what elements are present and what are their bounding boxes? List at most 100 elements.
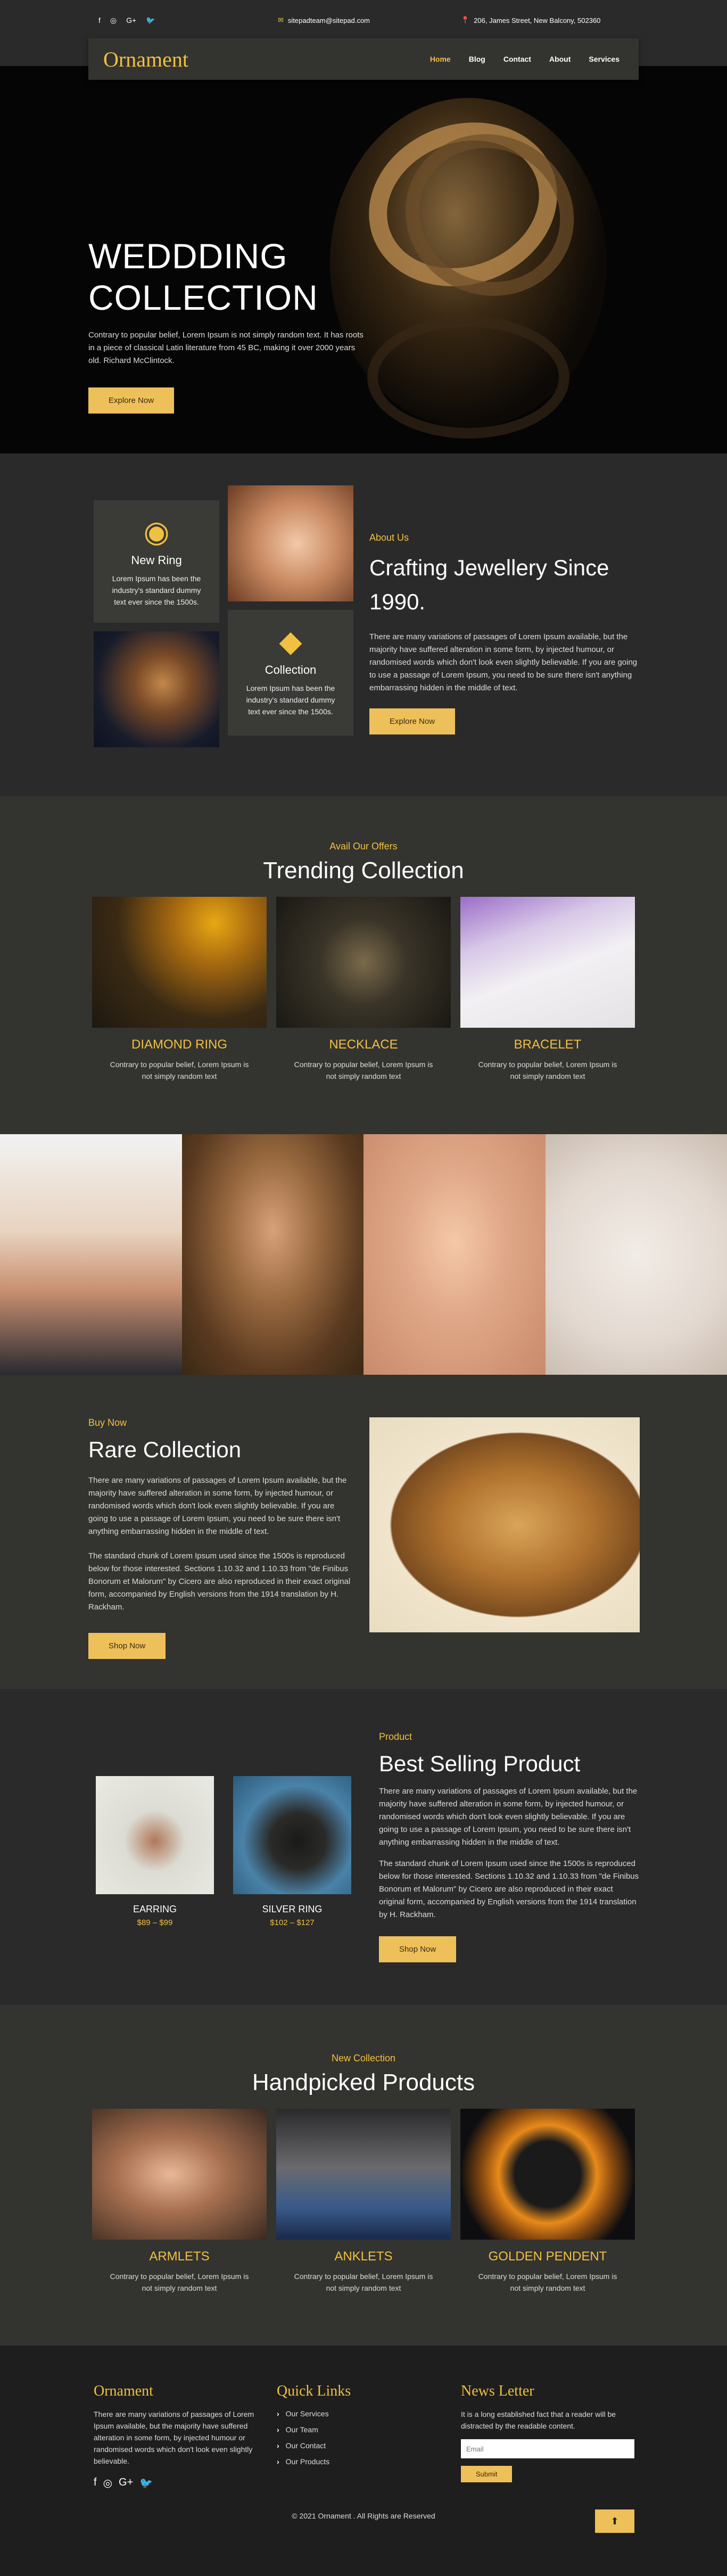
about-text: About Us Crafting Jewellery Since 1990. … (369, 532, 641, 734)
rare-paragraph: There are many variations of passages of… (88, 1476, 347, 1536)
product-price: $102 – $127 (270, 1918, 315, 1927)
footer-socials: f ◎ G+ 🐦 (94, 2476, 259, 2490)
quick-links-title: Quick Links (277, 2383, 351, 2399)
twitter-icon[interactable]: 🐦 (139, 2476, 153, 2490)
scroll-top-button[interactable]: ⬆ (595, 2509, 634, 2533)
rare-collection-section: Buy Now Rare Collection There are many v… (0, 1375, 727, 1689)
gallery-image (181, 1134, 363, 1375)
card-title: New Ring (131, 554, 182, 567)
product-text: Contrary to popular belief, Lorem Ipsum … (294, 2272, 433, 2292)
footer-link-team[interactable]: › Our Team (277, 2425, 415, 2434)
footer-link-contact[interactable]: › Our Contact (277, 2441, 415, 2450)
newsletter-title: News Letter (461, 2383, 534, 2399)
best-title: Best Selling Product (379, 1751, 581, 1776)
hero-ring-reflection (367, 316, 569, 439)
social-links: f ◎ G+ 🐦 (98, 16, 155, 25)
footer: Ornament There are many variations of pa… (0, 2346, 727, 2576)
necklace-product-image (276, 897, 451, 1028)
photo-gallery (0, 1134, 727, 1375)
gallery-image (545, 1134, 727, 1375)
google-plus-icon[interactable]: G+ (126, 16, 136, 25)
facebook-icon[interactable]: f (98, 16, 101, 25)
google-plus-icon[interactable]: G+ (119, 2476, 133, 2490)
product-text: Contrary to popular belief, Lorem Ipsum … (478, 2272, 617, 2292)
main-nav: Ornament Home Blog Contact About Service… (88, 38, 639, 80)
gallery-image (0, 1134, 182, 1375)
product-card[interactable]: BRACELET Contrary to popular belief, Lor… (460, 897, 635, 1082)
diamond-icon: ◆ (279, 624, 302, 658)
product-card[interactable]: NECKLACE Contrary to popular belief, Lor… (276, 897, 451, 1082)
product-name: EARRING (133, 1904, 177, 1914)
hero-text: Contrary to popular belief, Lorem Ipsum … (88, 331, 363, 365)
newsletter-submit-button[interactable]: Submit (461, 2466, 513, 2482)
site-logo[interactable]: Ornament (103, 47, 188, 72)
twitter-icon[interactable]: 🐦 (146, 16, 155, 25)
bangle-image (369, 1417, 640, 1632)
best-label: Product (379, 1731, 412, 1742)
nav-blog[interactable]: Blog (469, 55, 485, 63)
diamond-ring-image (92, 897, 267, 1028)
product-card[interactable]: ANKLETS Contrary to popular belief, Lore… (276, 2109, 451, 2294)
explore-now-button[interactable]: Explore Now (88, 387, 175, 414)
instagram-icon[interactable]: ◎ (110, 16, 117, 25)
footer-brand: Ornament There are many variations of pa… (94, 2383, 259, 2490)
nav-about[interactable]: About (549, 55, 571, 63)
chevron-right-icon: › (277, 2409, 279, 2418)
facebook-icon[interactable]: f (94, 2476, 97, 2490)
location-icon: 📍 (461, 16, 470, 24)
best-shop-now-button[interactable]: Shop Now (379, 1936, 457, 1962)
nav-contact[interactable]: Contact (503, 55, 531, 63)
collection-card: ◆ Collection Lorem Ipsum has been the in… (228, 610, 353, 736)
about-title: Crafting Jewellery Since 1990. (369, 555, 609, 614)
product-card[interactable]: EARRING $89 – $99 (96, 1776, 214, 1927)
footer-link-services[interactable]: › Our Services (277, 2409, 415, 2418)
chevron-right-icon: › (277, 2457, 279, 2466)
best-text: Product Best Selling Product There are m… (379, 1731, 640, 1962)
nav-home[interactable]: Home (430, 55, 451, 63)
about-explore-button[interactable]: Explore Now (369, 708, 456, 734)
instagram-icon[interactable]: ◎ (103, 2476, 112, 2490)
section-label: New Collection (331, 2053, 396, 2063)
product-card[interactable]: DIAMOND RING Contrary to popular belief,… (92, 897, 267, 1082)
top-bar: f ◎ G+ 🐦 ✉ sitepadteam@sitepad.com 📍 206… (0, 0, 727, 80)
anklets-image (276, 2109, 451, 2240)
rare-label: Buy Now (88, 1417, 127, 1428)
footer-quick-links: Quick Links › Our Services › Our Team › Our… (277, 2383, 415, 2473)
section-title: Handpicked Products (252, 2069, 475, 2095)
product-text: Contrary to popular belief, Lorem Ipsum … (294, 1060, 433, 1080)
address-contact: 📍 206, James Street, New Balcony, 502360 (461, 16, 600, 24)
earring-image (96, 1776, 214, 1894)
product-text: Contrary to popular belief, Lorem Ipsum … (478, 1060, 617, 1080)
chevron-right-icon: › (277, 2441, 279, 2450)
email-text[interactable]: sitepadteam@sitepad.com (288, 16, 370, 24)
best-paragraph: The standard chunk of Lorem Ipsum used s… (379, 1859, 639, 1919)
best-paragraph: There are many variations of passages of… (379, 1787, 638, 1847)
rare-title: Rare Collection (88, 1437, 242, 1462)
chevron-right-icon: › (277, 2425, 279, 2434)
about-paragraph: There are many variations of passages of… (369, 632, 638, 692)
rare-shop-now-button[interactable]: Shop Now (88, 1633, 166, 1659)
product-card[interactable]: GOLDEN PENDENT Contrary to popular belie… (460, 2109, 635, 2294)
footer-logo[interactable]: Ornament (94, 2383, 259, 2400)
handpicked-section: New Collection Handpicked Products ARMLE… (0, 2005, 727, 2346)
footer-link-products[interactable]: › Our Products (277, 2457, 415, 2466)
product-name: DIAMOND RING (131, 1037, 227, 1052)
section-title: Trending Collection (263, 857, 464, 884)
product-card[interactable]: SILVER RING $102 – $127 (233, 1776, 351, 1927)
nav-services[interactable]: Services (589, 55, 619, 63)
about-label: About Us (369, 532, 409, 543)
ring-icon: ◉ (143, 515, 170, 548)
product-name: GOLDEN PENDENT (488, 2249, 607, 2264)
address-text: 206, James Street, New Balcony, 502360 (474, 16, 601, 24)
newsletter-text: It is a long established fact that a rea… (461, 2410, 616, 2430)
newsletter-email-input[interactable] (461, 2439, 634, 2458)
product-card[interactable]: ARMLETS Contrary to popular belief, Lore… (92, 2109, 267, 2294)
card-title: Collection (265, 663, 317, 676)
card-text: Lorem Ipsum has been the industry's stan… (112, 574, 201, 606)
footer-brand-text: There are many variations of passages of… (94, 2410, 254, 2465)
mail-icon: ✉ (278, 16, 284, 24)
section-heading: New Collection Handpicked Products (0, 2053, 727, 2096)
product-name: SILVER RING (262, 1904, 323, 1914)
golden-pendent-image (460, 2109, 635, 2240)
product-name: ARMLETS (149, 2249, 210, 2264)
